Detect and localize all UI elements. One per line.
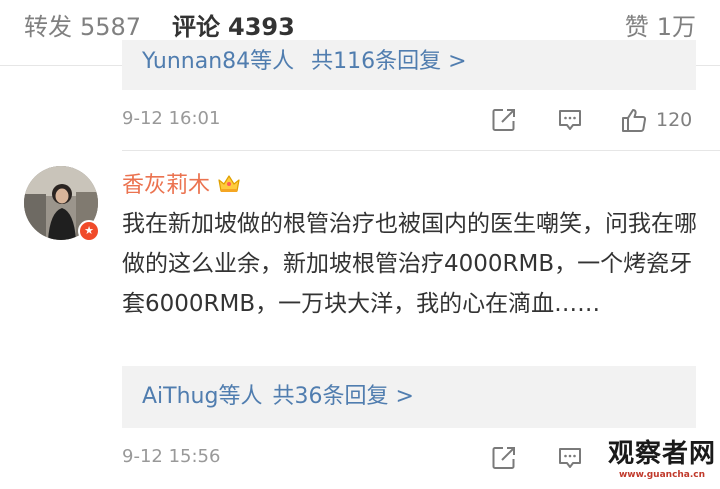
- verified-badge-icon: ★: [78, 220, 100, 242]
- reply-summary-text[interactable]: AiThug等人 共36条回复 >: [142, 382, 414, 412]
- tab-like-label: 赞: [624, 13, 649, 41]
- tab-like[interactable]: 赞 1万: [625, 12, 696, 42]
- reply-summary-users: AiThug等人: [142, 384, 263, 409]
- avatar[interactable]: ★: [24, 166, 100, 242]
- like-button[interactable]: 120: [620, 102, 692, 138]
- reply-summary-box[interactable]: Yunnan84等人 共116条回复 >: [122, 40, 696, 90]
- reply-summary-box[interactable]: AiThug等人 共36条回复 >: [122, 366, 696, 428]
- share-button[interactable]: [490, 102, 518, 138]
- tab-comment-label: 评论: [172, 13, 220, 41]
- watermark-logo: 观察者网 www.guancha.cn: [608, 439, 716, 487]
- comment-author[interactable]: 香灰莉木: [122, 168, 242, 198]
- like-icon: [622, 109, 646, 132]
- comment-divider: [122, 150, 720, 151]
- tab-repost-count: 5587: [80, 13, 142, 41]
- username[interactable]: 香灰莉木: [122, 167, 210, 199]
- share-icon: [492, 109, 515, 131]
- watermark-sub: www.guancha.cn: [618, 470, 706, 480]
- tab-repost[interactable]: 转发 5587: [24, 12, 141, 42]
- comment-icon: [559, 448, 581, 468]
- comment-text: 我在新加坡做的根管治疗也被国内的医生嘲笑，问我在哪做的这么业余，新加坡根管治疗4…: [122, 211, 697, 317]
- reply-summary-text[interactable]: Yunnan84等人 共116条回复 >: [142, 48, 467, 76]
- comment-button[interactable]: [556, 440, 584, 476]
- reply-summary-count: 共36条回复 >: [272, 384, 414, 409]
- comment-meta-row: 9-12 16:01 120: [122, 102, 696, 138]
- comment-time: 9-12 15:56: [122, 446, 221, 467]
- tab-like-count: 1万: [656, 13, 696, 41]
- tab-repost-label: 转发: [24, 13, 72, 41]
- share-button[interactable]: [490, 440, 518, 476]
- tab-comment-count: 4393: [228, 13, 295, 41]
- crown-icon: [218, 175, 240, 192]
- reply-summary-users: Yunnan84等人: [142, 49, 295, 74]
- comment-icon: [559, 110, 581, 130]
- tab-comment[interactable]: 评论 4393: [172, 12, 295, 42]
- watermark-main: 观察者网: [608, 439, 717, 469]
- reply-summary-count: 共116条回复 >: [311, 49, 467, 74]
- comment-time: 9-12 16:01: [122, 108, 221, 129]
- like-count: 120: [656, 109, 693, 131]
- share-icon: [492, 447, 515, 469]
- comment-button[interactable]: [556, 102, 584, 138]
